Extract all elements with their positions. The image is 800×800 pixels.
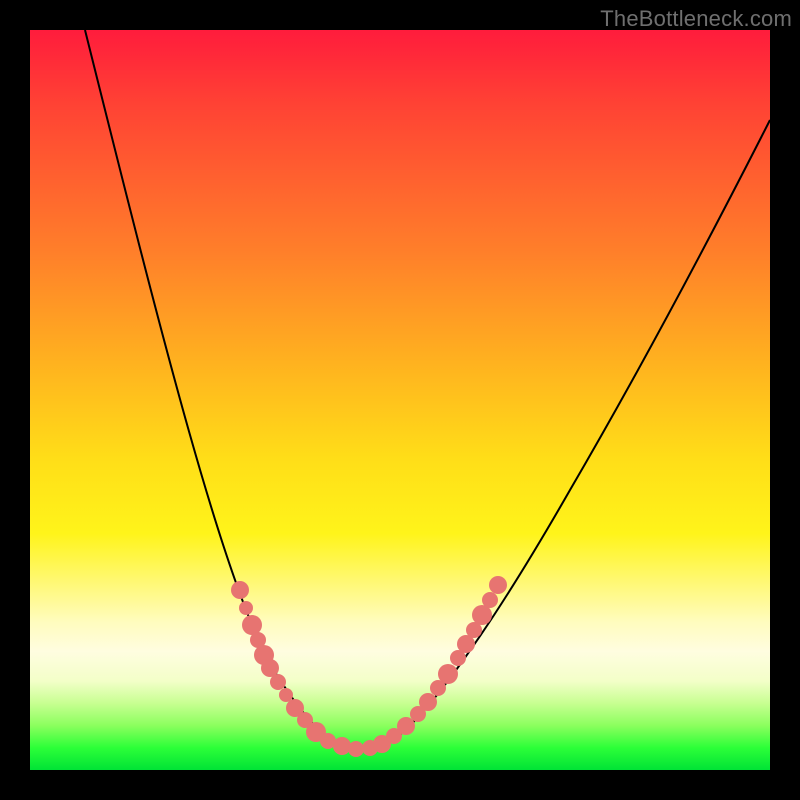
watermark-text: TheBottleneck.com [600,6,792,32]
bead-dot [482,592,498,608]
bead-dot [279,688,293,702]
beads-left-cluster [231,581,364,757]
beads-right-cluster [362,576,507,756]
bead-dot [472,605,492,625]
bead-dot [397,717,415,735]
bead-dot [333,737,351,755]
curve-svg [30,30,770,770]
bead-dot [270,674,286,690]
bead-dot [348,741,364,757]
bottleneck-curve [85,30,770,750]
bead-dot [419,693,437,711]
bead-dot [231,581,249,599]
gradient-plot-area [30,30,770,770]
chart-frame: TheBottleneck.com [0,0,800,800]
bead-dot [489,576,507,594]
bead-dot [242,615,262,635]
bead-dot [239,601,253,615]
bead-dot [438,664,458,684]
